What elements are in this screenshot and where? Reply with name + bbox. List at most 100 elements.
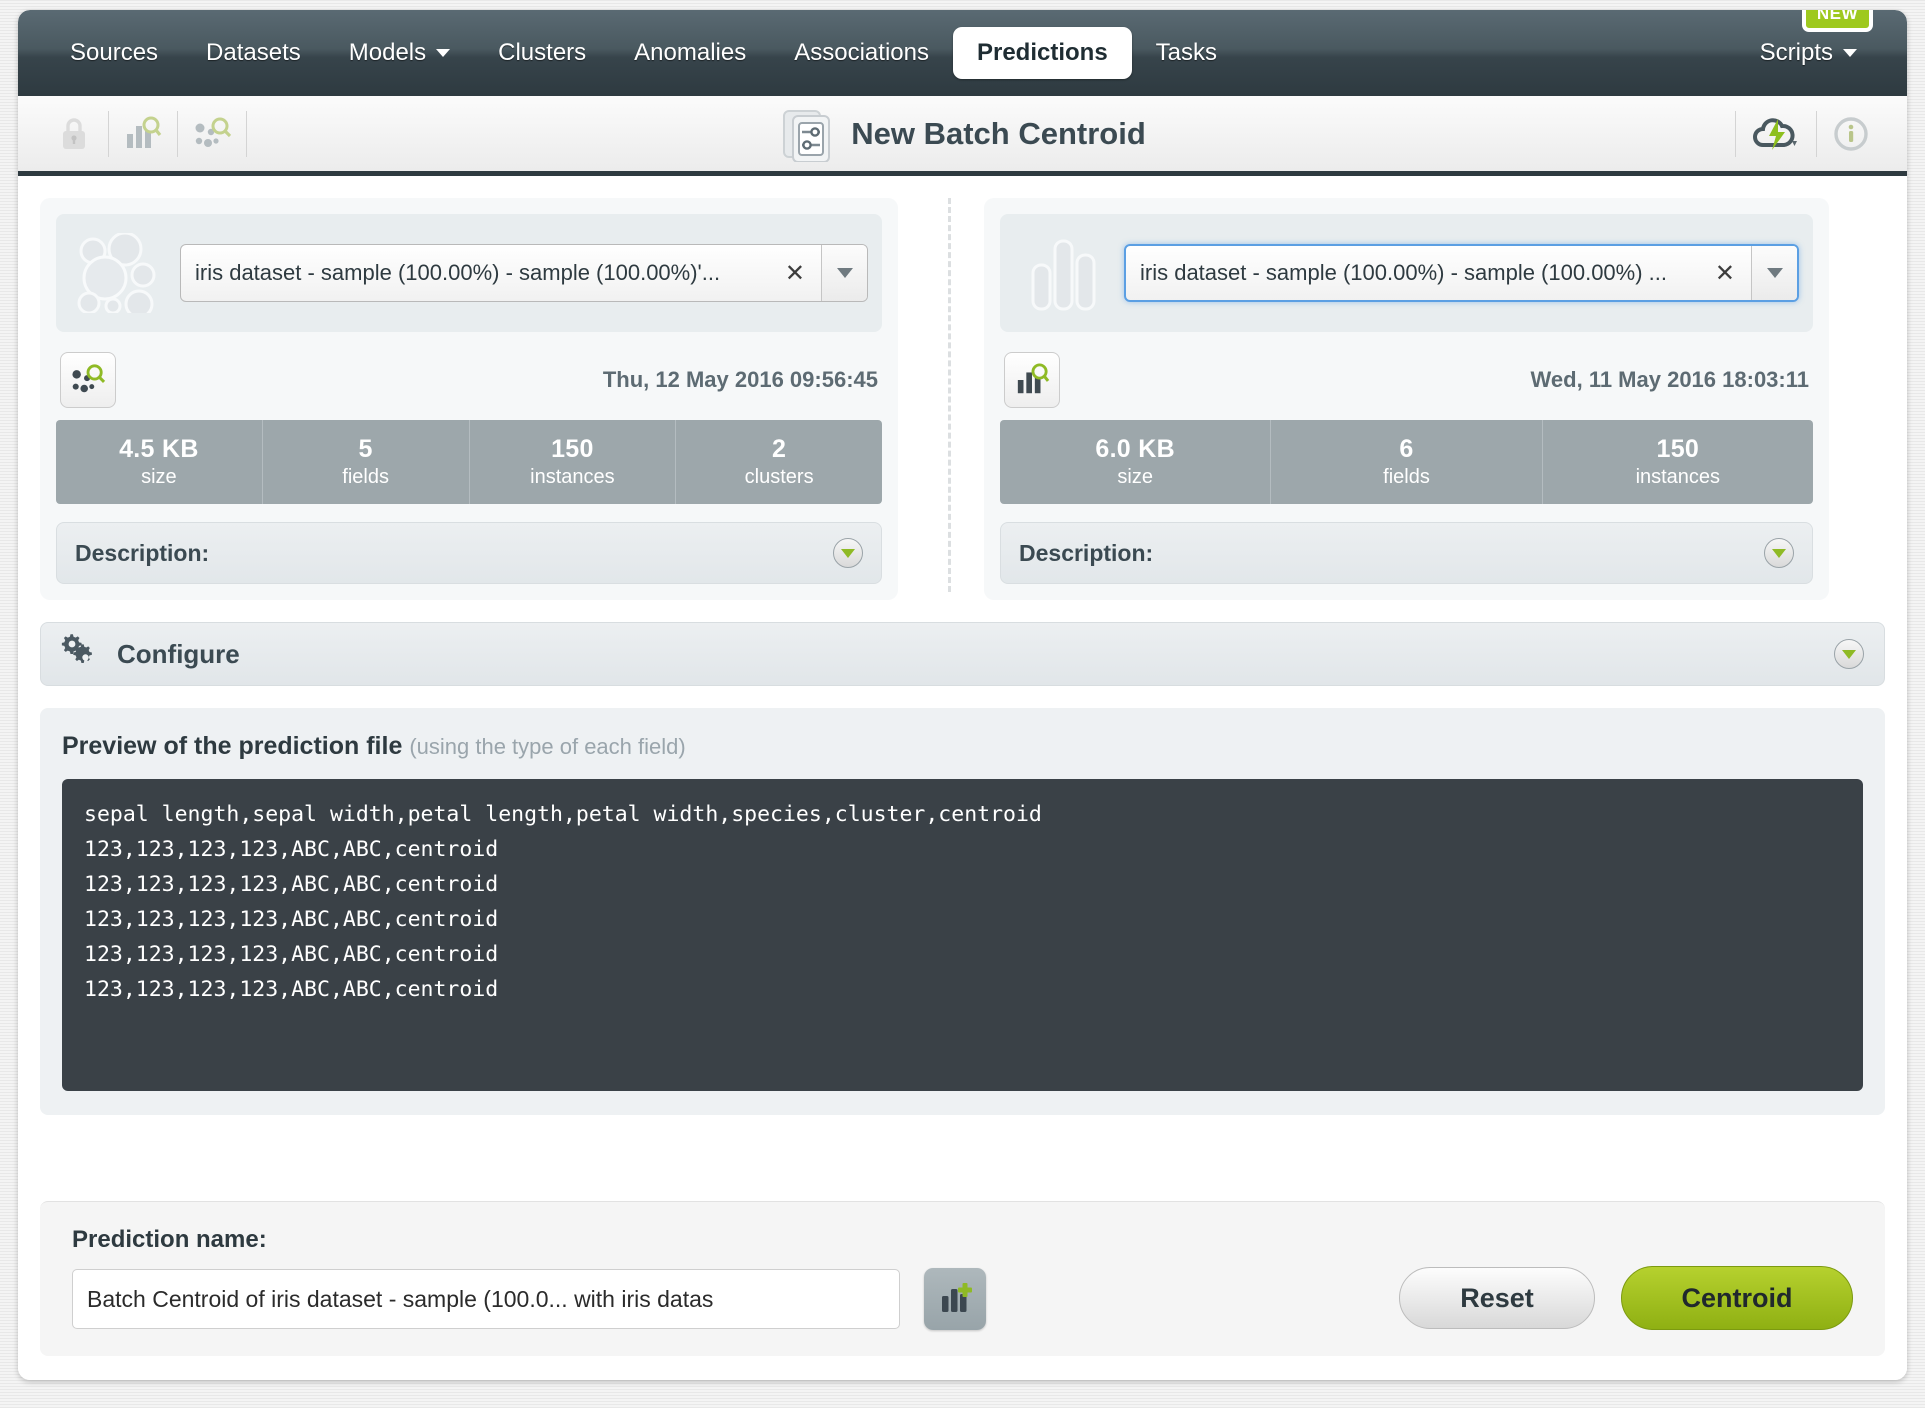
nav-scripts-container: Scripts NEW [1736, 10, 1881, 77]
dropdown-arrow-icon[interactable] [1751, 246, 1797, 300]
configure-label: Configure [117, 638, 240, 669]
chevron-down-icon[interactable] [833, 538, 863, 568]
footer-bar: Prediction name: Reset [40, 1201, 1885, 1356]
dataset-select-value: iris dataset - sample (100.00%) - sample… [1140, 260, 1668, 285]
stat-value: 150 [551, 435, 594, 463]
dataset-panel: iris dataset - sample (100.00%) - sample… [984, 198, 1829, 600]
main-content: iris dataset - sample (100.00%) - sample… [18, 176, 1907, 1380]
dataset-search-icon[interactable] [1004, 352, 1060, 408]
stat-item: 2 clusters [676, 420, 882, 504]
chevron-down-icon [1843, 49, 1857, 57]
stat-value: 6.0 KB [1095, 435, 1175, 463]
top-navigation: Sources Datasets Models Clusters Anomali… [18, 10, 1907, 96]
cluster-search-icon[interactable] [60, 352, 116, 408]
toolbar-right-icons [1735, 96, 1885, 171]
nav-label: Models [348, 39, 427, 66]
toolbar-title-group: New Batch Centroid [18, 106, 1907, 162]
chevron-down-icon[interactable] [1764, 538, 1794, 568]
cluster-select-value: iris dataset - sample (100.00%) - sample… [195, 260, 721, 285]
preview-line: 123,123,123,123,ABC,ABC,centroid [84, 907, 499, 933]
cluster-search-icon[interactable] [178, 96, 246, 171]
preview-line: 123,123,123,123,ABC,ABC,centroid [84, 942, 499, 968]
dataset-selector-row: iris dataset - sample (100.00%) - sample… [1000, 214, 1813, 332]
footer-actions: Reset Centroid [1399, 1266, 1853, 1330]
nav-label: Sources [70, 39, 159, 66]
stat-value: 4.5 KB [119, 435, 199, 463]
page-title: New Batch Centroid [851, 115, 1146, 151]
dataset-stats: 6.0 KB size 6 fields 150 instances [1000, 420, 1813, 504]
prediction-name-block: Prediction name: [72, 1226, 986, 1330]
nav-item-anomalies[interactable]: Anomalies [610, 29, 770, 77]
preview-title-main: Preview of the prediction file [62, 732, 403, 760]
stat-label: instances [1635, 466, 1721, 488]
stat-label: size [141, 466, 177, 488]
stat-item: 150 instances [470, 420, 677, 504]
cluster-description-toggle[interactable]: Description: [56, 522, 882, 584]
dataset-description-toggle[interactable]: Description: [1000, 522, 1813, 584]
preview-line: 123,123,123,123,ABC,ABC,centroid [84, 872, 499, 898]
stat-item: 6 fields [1271, 420, 1543, 504]
reset-button[interactable]: Reset [1399, 1267, 1595, 1329]
nav-item-sources[interactable]: Sources [46, 29, 182, 77]
nav-item-associations[interactable]: Associations [770, 29, 953, 77]
nav-item-clusters[interactable]: Clusters [474, 29, 610, 77]
configure-section-toggle[interactable]: Configure [40, 622, 1885, 686]
info-icon[interactable] [1817, 96, 1885, 171]
cluster-stats: 4.5 KB size 5 fields 150 instances 2 clu… [56, 420, 882, 504]
prediction-name-row [72, 1268, 986, 1330]
stat-item: 6.0 KB size [1000, 420, 1272, 504]
batch-prediction-icon [783, 109, 831, 162]
stat-label: instances [530, 466, 615, 488]
stat-value: 6 [1399, 435, 1414, 463]
sub-toolbar: New Batch Centroid [18, 96, 1907, 176]
stat-item: 150 instances [1543, 420, 1813, 504]
prediction-name-input[interactable] [72, 1269, 900, 1329]
preview-line: sepal length,sepal width,petal length,pe… [84, 802, 1042, 827]
nav-item-predictions[interactable]: Predictions [952, 27, 1132, 79]
preview-code-block: sepal length,sepal width,petal length,pe… [62, 779, 1863, 1091]
stat-label: size [1117, 466, 1153, 488]
toolbar-left-icons [40, 96, 247, 171]
dataset-meta-top: Wed, 11 May 2016 18:03:11 [1000, 348, 1813, 420]
cluster-created-date: Thu, 12 May 2016 09:56:45 [602, 367, 878, 392]
cluster-selector-row: iris dataset - sample (100.00%) - sample… [56, 214, 882, 332]
nav-item-scripts[interactable]: Scripts [1736, 29, 1881, 77]
dataset-select[interactable]: iris dataset - sample (100.00%) - sample… [1124, 244, 1799, 302]
preview-section: Preview of the prediction file (using th… [40, 708, 1885, 1115]
nav-label: Predictions [976, 39, 1108, 66]
toolbar-divider [246, 110, 247, 157]
cluster-select[interactable]: iris dataset - sample (100.00%) - sample… [180, 244, 868, 302]
dropdown-arrow-icon[interactable] [821, 245, 867, 301]
nav-label: Tasks [1155, 39, 1218, 66]
cluster-panel: iris dataset - sample (100.00%) - sample… [40, 198, 898, 600]
preview-line: 123,123,123,123,ABC,ABC,centroid [84, 977, 499, 1003]
stat-label: clusters [744, 466, 814, 488]
preview-title: Preview of the prediction file (using th… [62, 732, 1863, 761]
clear-icon[interactable]: ✕ [779, 245, 821, 301]
nav-label: Scripts [1759, 39, 1833, 66]
dataset-search-icon[interactable] [109, 96, 177, 171]
chevron-down-icon [436, 49, 451, 57]
description-label: Description: [75, 539, 210, 566]
cluster-meta: Thu, 12 May 2016 09:56:45 4.5 KB size 5 … [56, 348, 882, 584]
add-dataset-icon[interactable] [924, 1268, 986, 1330]
nav-label: Datasets [206, 39, 301, 66]
panel-divider [948, 198, 951, 592]
stat-label: fields [342, 466, 389, 488]
nav-item-models[interactable]: Models [325, 29, 474, 77]
stat-value: 2 [772, 435, 787, 463]
clear-icon[interactable]: ✕ [1709, 246, 1751, 300]
nav-item-tasks[interactable]: Tasks [1132, 29, 1241, 77]
dataset-created-date: Wed, 11 May 2016 18:03:11 [1530, 367, 1809, 392]
stat-value: 5 [358, 435, 373, 463]
nav-item-datasets[interactable]: Datasets [182, 29, 325, 77]
description-label: Description: [1019, 539, 1154, 566]
chevron-down-icon[interactable] [1834, 639, 1864, 669]
preview-line: 123,123,123,123,ABC,ABC,centroid [84, 837, 499, 863]
centroid-button[interactable]: Centroid [1621, 1266, 1853, 1330]
lock-icon[interactable] [40, 96, 108, 171]
preview-title-sub: (using the type of each field) [409, 734, 686, 759]
cloud-bolt-icon[interactable] [1736, 96, 1816, 171]
nav-items: Sources Datasets Models Clusters Anomali… [46, 27, 1241, 79]
new-badge: NEW [1801, 10, 1873, 32]
